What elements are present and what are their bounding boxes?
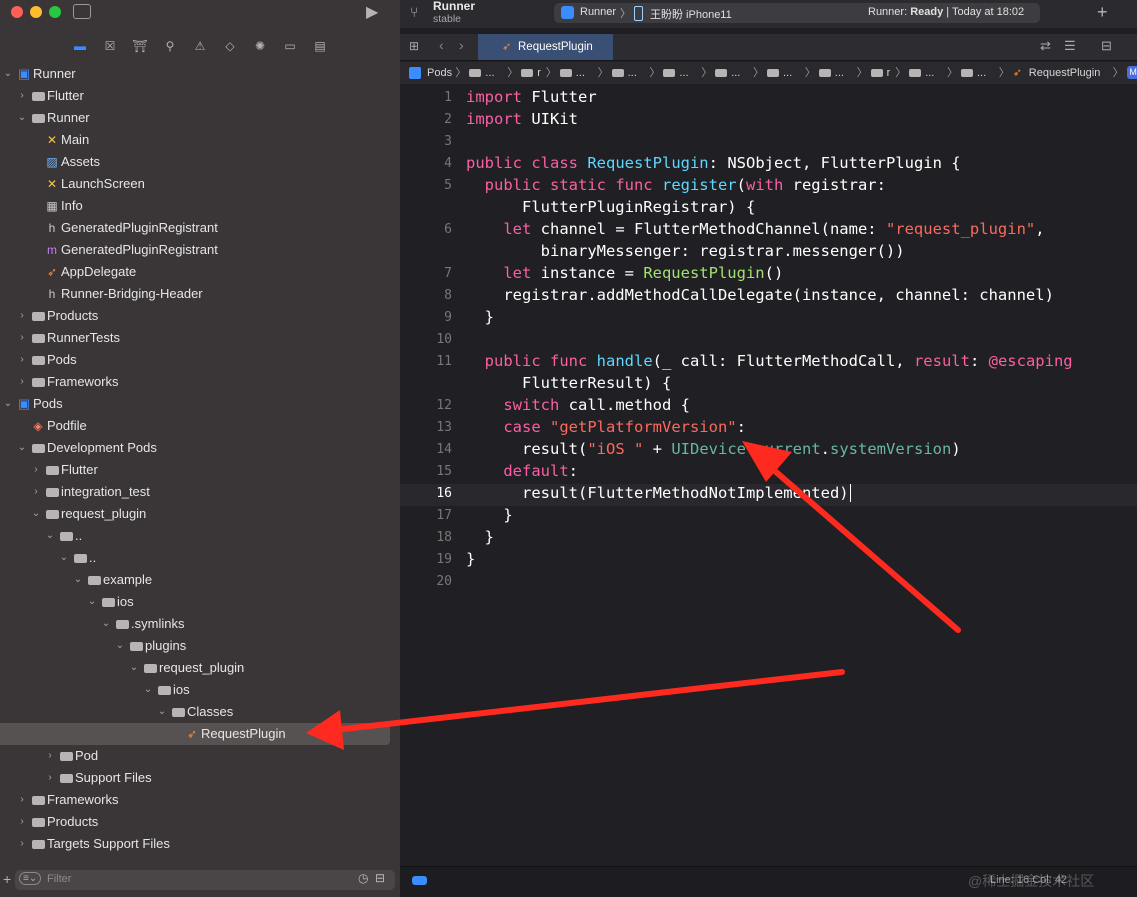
annotation-arrows bbox=[306, 441, 961, 750]
annotation-arrow-to-code bbox=[742, 441, 961, 633]
annotation-arrow-to-file bbox=[306, 669, 845, 750]
